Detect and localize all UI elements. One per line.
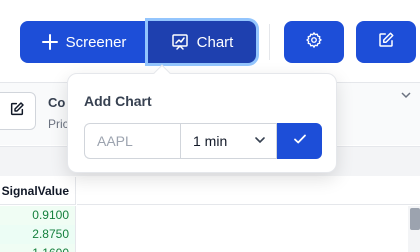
check-icon	[293, 132, 307, 151]
settings-button[interactable]	[284, 21, 344, 63]
add-chart-popover: Add Chart AAPL 1 min	[67, 64, 337, 173]
chart-button[interactable]: Chart	[148, 21, 256, 63]
table-row[interactable]: 1.1600	[0, 244, 76, 252]
toolbar-divider	[269, 24, 270, 60]
table-row[interactable]: 2.8750	[0, 225, 76, 244]
chart-label: Chart	[196, 33, 234, 51]
screener-label: Screener	[65, 33, 127, 51]
gear-icon	[305, 31, 323, 54]
plus-icon	[41, 34, 58, 50]
top-toolbar: Screener Chart	[0, 0, 420, 82]
table-header-rest	[77, 177, 420, 205]
edit-icon	[377, 31, 395, 54]
edit-icon	[9, 101, 25, 122]
table-row[interactable]: 0.9100	[0, 206, 76, 225]
chevron-down-icon	[254, 133, 266, 149]
edit-button[interactable]	[356, 21, 416, 63]
column-header-signal-value[interactable]: SignalValue	[0, 177, 76, 205]
screener-button[interactable]: Screener	[20, 21, 148, 63]
chart-icon	[171, 33, 189, 51]
panel-subtitle: Pric	[48, 117, 69, 131]
table-body: 0.9100 2.8750 1.1600	[0, 206, 76, 252]
interval-select[interactable]: 1 min	[180, 123, 277, 159]
chevron-down-icon[interactable]	[400, 88, 412, 106]
panel-edit-button[interactable]	[0, 92, 36, 130]
ticker-input[interactable]: AAPL	[84, 123, 180, 159]
scrollbar-thumb[interactable]	[410, 208, 420, 230]
add-chart-form: AAPL 1 min	[84, 123, 322, 159]
panel-title: Co	[48, 95, 66, 110]
interval-value: 1 min	[193, 133, 228, 149]
confirm-add-chart-button[interactable]	[277, 123, 322, 159]
view-switch-group: Screener Chart	[20, 21, 256, 63]
popover-title: Add Chart	[84, 93, 152, 109]
